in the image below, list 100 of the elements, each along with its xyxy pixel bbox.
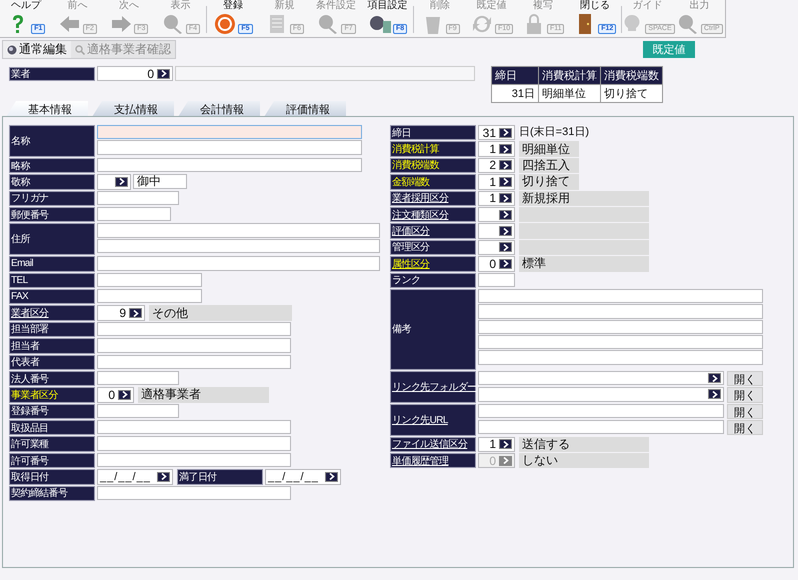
input-field[interactable] — [97, 436, 291, 451]
lookup-button[interactable] — [499, 242, 512, 252]
code-field[interactable]: 0 — [478, 256, 515, 272]
input-field[interactable] — [97, 452, 291, 468]
input-field[interactable] — [97, 125, 362, 140]
input-field[interactable] — [97, 370, 179, 386]
lookup-button[interactable] — [499, 176, 512, 187]
lookup-button[interactable] — [499, 128, 512, 138]
input-field[interactable] — [97, 272, 202, 287]
input-field[interactable] — [97, 158, 362, 172]
lookup-button[interactable] — [499, 210, 512, 220]
code-field[interactable] — [478, 223, 515, 239]
input-field[interactable] — [97, 140, 362, 155]
input-field[interactable] — [478, 272, 515, 287]
lookup-button[interactable] — [499, 144, 512, 154]
label-text: 法人番号 — [11, 372, 49, 386]
input-field[interactable] — [97, 322, 291, 336]
label-text: 事業者区分 — [11, 388, 58, 402]
mode-tab[interactable]: 通常編集 — [3, 41, 71, 58]
label-text[interactable]: 評価区分 — [392, 224, 430, 238]
tab[interactable]: 支払情報 — [92, 101, 174, 117]
tab[interactable]: 基本情報 — [6, 101, 88, 117]
lookup-button[interactable] — [499, 226, 512, 236]
lookup-button[interactable] — [708, 389, 721, 400]
tab[interactable]: 評価情報 — [264, 101, 346, 117]
open-button[interactable]: 開く — [727, 420, 763, 436]
code-field[interactable]: 31 — [478, 125, 515, 140]
chevron-icon — [118, 178, 124, 186]
lookup-button[interactable] — [499, 439, 512, 450]
lookup-button[interactable] — [118, 390, 131, 400]
input-field[interactable] — [97, 354, 291, 369]
label-text: 消費税計算 — [392, 142, 440, 156]
input-field[interactable] — [97, 190, 179, 205]
input-field[interactable] — [478, 350, 763, 365]
code-field[interactable] — [478, 206, 515, 222]
code-field[interactable]: 0 — [97, 387, 134, 403]
label-text: 登録番号 — [11, 404, 49, 418]
label-text: 担当部署 — [11, 322, 49, 336]
input-field[interactable] — [97, 223, 380, 238]
code-field[interactable]: 1 — [478, 436, 515, 452]
label-text: 許可番号 — [11, 454, 49, 468]
input-field[interactable] — [97, 238, 380, 254]
input-field[interactable] — [478, 288, 763, 304]
name-text: 四捨五入 — [522, 156, 570, 174]
forward-arrow-icon — [109, 13, 134, 35]
label-text[interactable]: ファイル送信区分 — [392, 437, 468, 452]
name-text: 新規採用 — [522, 190, 570, 207]
code-field[interactable]: 0 — [97, 66, 173, 82]
code-field[interactable]: 9 — [97, 305, 145, 321]
label-text[interactable]: リンク先URL — [392, 412, 448, 427]
lookup-button[interactable] — [499, 258, 512, 269]
input-field[interactable] — [478, 420, 724, 434]
code-field[interactable] — [97, 174, 131, 190]
name-text: 適格事業者 — [141, 386, 201, 404]
date-field[interactable]: __/__/__ — [265, 469, 341, 485]
label-text[interactable]: 注文種類区分 — [392, 208, 448, 222]
open-button[interactable]: 開く — [727, 387, 763, 403]
chevron-icon — [502, 260, 508, 268]
lookup-button[interactable] — [157, 472, 170, 482]
input-field[interactable] — [478, 320, 763, 334]
input-field[interactable] — [478, 304, 763, 319]
open-button[interactable]: 開く — [727, 404, 763, 420]
input-field[interactable] — [478, 335, 763, 350]
input-field[interactable] — [97, 288, 202, 304]
code-value: 1 — [489, 142, 496, 156]
input-field[interactable] — [478, 404, 724, 418]
input-field[interactable] — [478, 370, 724, 386]
name-field[interactable]: 御中 — [133, 174, 187, 189]
lookup-button[interactable] — [157, 68, 170, 79]
label-text: 許可業種 — [11, 438, 49, 452]
input-field[interactable] — [97, 338, 291, 352]
table-cell: 切り捨て — [600, 84, 662, 102]
label-text[interactable]: 属性区分 — [392, 256, 430, 271]
code-field[interactable]: 1 — [478, 141, 515, 157]
name-text: 明細単位 — [522, 140, 570, 158]
chevron-icon — [712, 374, 718, 382]
open-button[interactable]: 開く — [727, 370, 763, 386]
date-field[interactable]: __/__/__ — [97, 469, 173, 485]
name-text: 切り捨て — [522, 173, 570, 190]
label-text[interactable]: 業者区分 — [11, 306, 49, 320]
name-text: その他 — [152, 304, 188, 322]
lookup-button[interactable] — [129, 308, 142, 318]
lookup-button[interactable] — [115, 176, 128, 187]
code-field[interactable] — [478, 240, 515, 256]
label-text: 住所 — [11, 232, 30, 246]
lookup-button[interactable] — [499, 160, 512, 170]
code-field[interactable]: 1 — [478, 190, 515, 206]
lookup-button[interactable] — [325, 472, 338, 482]
input-field[interactable] — [97, 256, 380, 271]
lookup-button[interactable] — [708, 373, 721, 384]
lookup-button[interactable] — [499, 193, 512, 204]
input-field[interactable] — [97, 420, 291, 434]
code-field[interactable]: 2 — [478, 158, 515, 174]
input-field[interactable] — [478, 387, 724, 402]
code-field[interactable]: 1 — [478, 174, 515, 190]
input-field[interactable] — [97, 206, 171, 222]
tab[interactable]: 会計情報 — [178, 101, 260, 117]
label-text[interactable]: 業者採用区分 — [392, 191, 448, 206]
input-field[interactable] — [97, 486, 291, 500]
input-field[interactable] — [97, 404, 179, 418]
